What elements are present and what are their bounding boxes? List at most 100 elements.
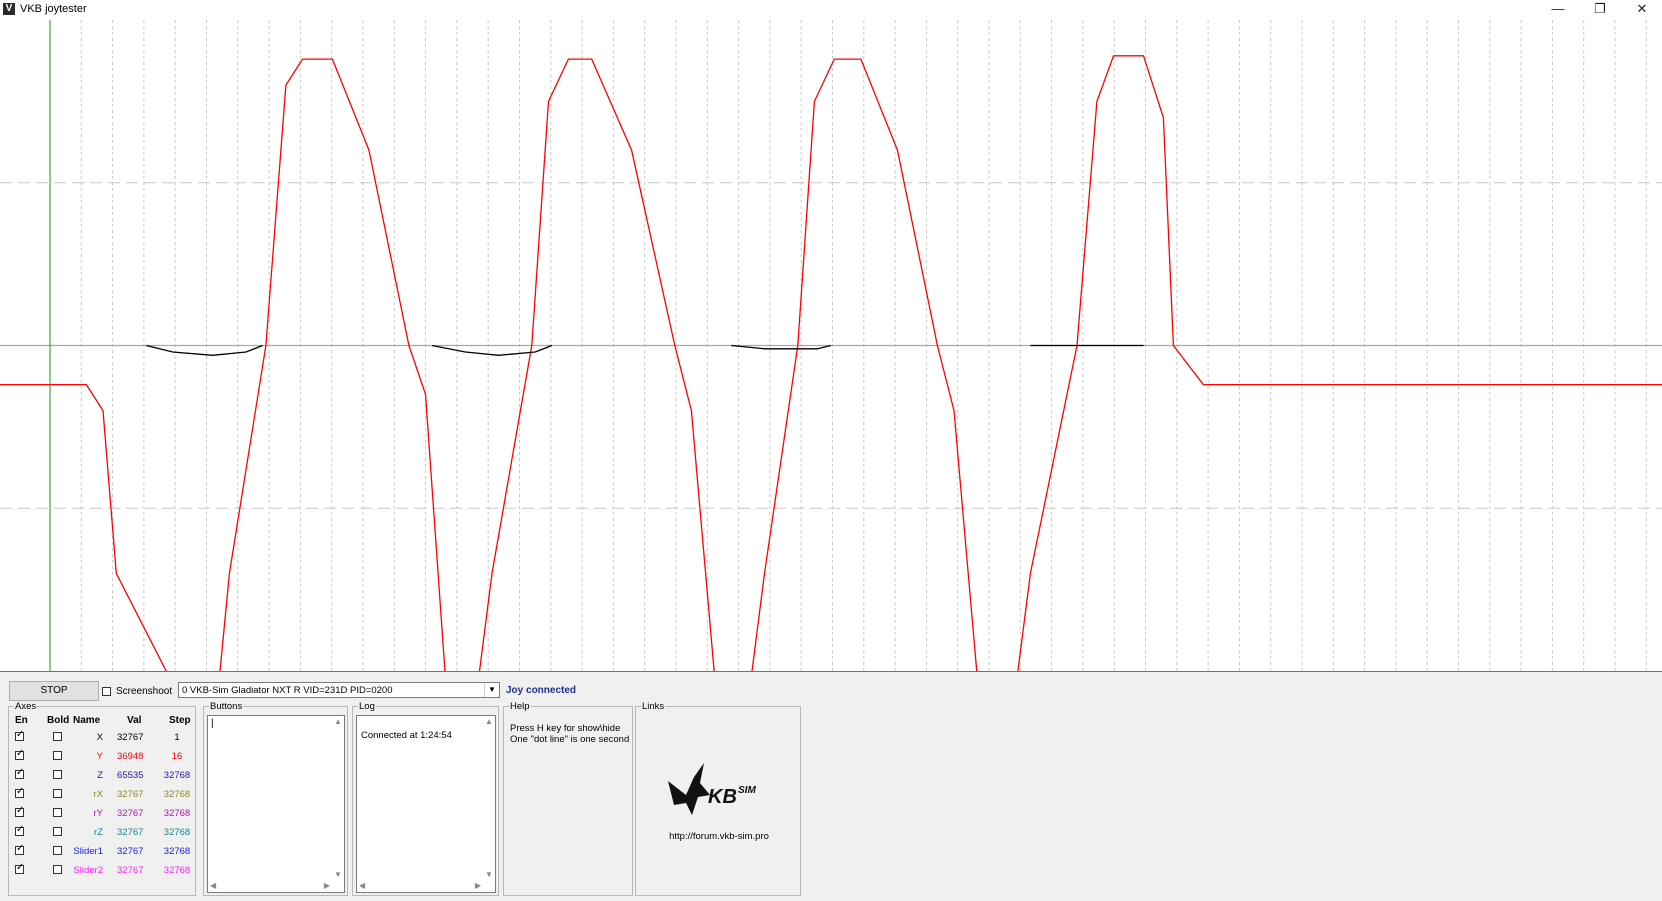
axis-value: 32767 [117, 865, 144, 876]
help-line: Press H key for show\hide [510, 723, 621, 734]
scroll-up-icon[interactable]: ▲ [485, 717, 493, 726]
axis-row: rX 32767 32768 [9, 786, 197, 804]
buttons-group: Buttons | ▲ ▼ ◀ ▶ [203, 701, 348, 896]
axis-name: X [96, 732, 103, 743]
bold-checkbox[interactable] [53, 827, 62, 836]
axis-name: rX [93, 789, 104, 800]
maximize-button[interactable]: ❐ [1582, 0, 1618, 20]
app-icon: V [3, 3, 15, 15]
vkb-logo-icon: KB SIM [668, 763, 756, 815]
axis-step: 32768 [163, 846, 191, 857]
log-group: Log Connected at 1:24:54 ▲ ▼ ◀ ▶ [352, 701, 499, 896]
bold-checkbox[interactable] [53, 770, 62, 779]
bold-checkbox[interactable] [53, 732, 62, 741]
log-entry: Connected at 1:24:54 [361, 730, 452, 741]
axis-row: rY 32767 32768 [9, 805, 197, 823]
plot-canvas [0, 20, 1662, 671]
control-panel: STOP Screenshoot 0 VKB-Sim Gladiator NXT… [0, 671, 1662, 901]
device-select-value: 0 VKB-Sim Gladiator NXT R VID=231D PID=0… [182, 685, 393, 696]
axis-value: 65535 [117, 770, 144, 781]
axis-step: 1 [174, 732, 180, 743]
links-group: Links KB SIM http://forum.vkb-sim.pro [635, 701, 802, 896]
axis-row: Slider1 32767 32768 [9, 843, 197, 861]
axis-name: rY [93, 808, 104, 819]
scroll-right-icon[interactable]: ▶ [324, 881, 330, 890]
scroll-left-icon[interactable]: ◀ [210, 881, 216, 890]
scroll-up-icon[interactable]: ▲ [334, 717, 342, 726]
header-en: En [15, 715, 28, 726]
axis-step: 32768 [163, 789, 191, 800]
axis-name: Y [96, 751, 103, 762]
axis-step: 32768 [163, 770, 191, 781]
device-select[interactable]: 0 VKB-Sim Gladiator NXT R VID=231D PID=0… [178, 682, 500, 698]
buttons-group-title: Buttons [209, 701, 244, 712]
series-line [0, 55, 1662, 671]
enable-checkbox[interactable] [15, 748, 24, 760]
help-line: One "dot line" is one second [510, 734, 630, 745]
help-group-title: Help [509, 701, 531, 712]
scroll-left-icon[interactable]: ◀ [359, 881, 365, 890]
axis-value: 32767 [117, 827, 144, 838]
axis-row: rZ 32767 32768 [9, 824, 197, 842]
axis-step: 32768 [163, 865, 191, 876]
forum-link[interactable]: http://forum.vkb-sim.pro [636, 831, 802, 842]
enable-checkbox[interactable] [15, 824, 24, 836]
enable-checkbox[interactable] [15, 843, 24, 855]
bold-checkbox[interactable] [53, 789, 62, 798]
screenshot-checkbox[interactable] [102, 687, 111, 696]
axis-value: 32767 [117, 789, 144, 800]
axes-group: Axes En Bold Name Val Step X 32767 1 Y 36948… [8, 701, 197, 896]
buttons-caret: | [211, 718, 214, 729]
axis-value: 32767 [117, 808, 144, 819]
scroll-down-icon[interactable]: ▼ [334, 870, 342, 879]
enable-checkbox[interactable] [15, 767, 24, 779]
enable-checkbox[interactable] [15, 729, 24, 741]
log-group-title: Log [358, 701, 376, 712]
header-bold: Bold [47, 715, 70, 726]
horizontal-scrollbar[interactable]: ◀ ▶ [208, 880, 332, 892]
axis-name: rZ [94, 827, 103, 838]
vertical-scrollbar[interactable]: ▲ ▼ [483, 716, 495, 880]
header-val: Val [127, 715, 142, 726]
header-name: Name [73, 715, 101, 726]
chevron-down-icon[interactable]: ▼ [484, 683, 499, 697]
enable-checkbox[interactable] [15, 862, 24, 874]
axis-value: 32767 [117, 732, 144, 743]
connection-status: Joy connected [506, 685, 577, 696]
window-title: VKB joytester [20, 3, 87, 15]
svg-text:KB: KB [708, 786, 737, 808]
axis-value: 32767 [117, 846, 144, 857]
axes-group-title: Axes [14, 701, 38, 712]
axis-name: Slider1 [73, 846, 103, 857]
enable-checkbox[interactable] [15, 805, 24, 817]
bold-checkbox[interactable] [53, 846, 62, 855]
enable-checkbox[interactable] [15, 786, 24, 798]
log-list[interactable]: Connected at 1:24:54 ▲ ▼ ◀ ▶ [356, 715, 496, 893]
axis-row: Y 36948 16 [9, 748, 197, 766]
header-step: Step [169, 715, 191, 726]
bold-checkbox[interactable] [53, 865, 62, 874]
axis-name: Z [97, 770, 103, 781]
axis-row: X 32767 1 [9, 729, 197, 747]
links-group-title: Links [641, 701, 666, 712]
bold-checkbox[interactable] [53, 808, 62, 817]
vertical-scrollbar[interactable]: ▲ ▼ [332, 716, 344, 880]
title-bar: V VKB joytester — ❐ ✕ [0, 0, 1662, 20]
svg-text:SIM: SIM [738, 785, 756, 796]
axis-value: 36948 [117, 751, 144, 762]
axis-step: 32768 [163, 827, 191, 838]
minimize-button[interactable]: — [1540, 0, 1576, 20]
series-line [146, 344, 263, 356]
bold-checkbox[interactable] [53, 751, 62, 760]
axis-name: Slider2 [73, 865, 103, 876]
axis-row: Slider2 32767 32768 [9, 862, 197, 880]
buttons-list[interactable]: | ▲ ▼ ◀ ▶ [207, 715, 345, 893]
close-button[interactable]: ✕ [1624, 0, 1660, 20]
stop-button[interactable]: STOP [9, 681, 99, 701]
horizontal-scrollbar[interactable]: ◀ ▶ [357, 880, 483, 892]
axis-row: Z 65535 32768 [9, 767, 197, 785]
series-line [431, 344, 553, 356]
scroll-right-icon[interactable]: ▶ [475, 881, 481, 890]
screenshot-label: Screenshoot [116, 686, 173, 697]
scroll-down-icon[interactable]: ▼ [485, 870, 493, 879]
